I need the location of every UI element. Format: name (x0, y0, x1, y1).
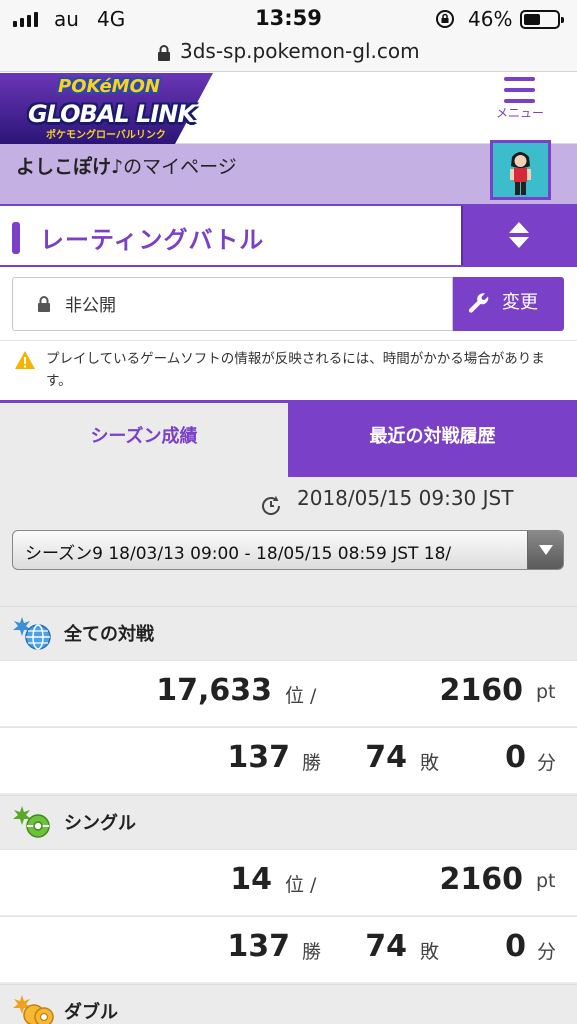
trainer-avatar-icon (493, 143, 548, 197)
losses-unit: 敗 (420, 941, 440, 963)
draws-value: 0 (505, 740, 526, 775)
record-row: 137 勝 74 敗 0 分 (0, 727, 577, 793)
title-accent (12, 222, 20, 254)
mypage-bar: よしこぽけ♪のマイページ (0, 140, 577, 204)
warning-icon (15, 351, 35, 369)
rank-unit: 位 / (285, 685, 317, 707)
logo-sub-text: ポケモングローバルリンク (46, 130, 166, 141)
battery-icon (520, 10, 564, 29)
battery-percent: 46% (468, 7, 513, 31)
section-label: シングル (64, 813, 136, 834)
tab-bar: シーズン成績 最近の対戦履歴 (0, 400, 577, 477)
last-updated: 2018/05/15 09:30 JST (297, 486, 514, 510)
points-value: 2160 (439, 862, 524, 897)
change-button[interactable]: 変更 (453, 277, 564, 331)
lock-icon (38, 296, 50, 312)
rotation-lock-icon (436, 10, 454, 28)
change-label: 変更 (502, 292, 538, 313)
section-label: 全ての対戦 (64, 624, 154, 645)
notice-banner: プレイしているゲームソフトの情報が反映されるには、時間がかかる場合があります。 (0, 340, 577, 400)
section-all-battles: 全ての対戦 (0, 606, 577, 658)
rank-value: 17,633 (156, 673, 272, 708)
draws-value: 0 (505, 929, 526, 964)
double-battle-icon (13, 995, 54, 1024)
privacy-field[interactable]: 非公開 (12, 277, 453, 331)
player-name: よしこぽけ♪ (16, 156, 124, 178)
rank-row: 17,633 位 / 2160 pt (0, 660, 577, 726)
points-unit: pt (536, 681, 556, 703)
single-battle-icon (13, 806, 50, 838)
menu-button[interactable]: メニュー (488, 73, 577, 144)
rank-unit: 位 / (285, 874, 317, 896)
rating-battle-bar: レーティングバトル (0, 204, 577, 267)
losses-unit: 敗 (420, 752, 440, 774)
mypage-suffix: のマイページ (123, 156, 237, 178)
privacy-status: 非公開 (65, 296, 116, 316)
mypage-title: よしこぽけ♪のマイページ (16, 152, 237, 179)
wins-unit: 勝 (302, 752, 322, 774)
wins-value: 137 (227, 740, 290, 775)
season-select[interactable]: シーズン9 18/03/13 09:00 - 18/05/15 08:59 JS… (12, 530, 564, 570)
sort-up-icon (509, 222, 529, 233)
section-single: シングル (0, 795, 577, 847)
chevron-down-icon (527, 531, 563, 569)
wins-value: 137 (227, 929, 290, 964)
tab-recent-battles[interactable]: 最近の対戦履歴 (288, 403, 577, 477)
draws-unit: 分 (537, 941, 557, 963)
rank-row: 14 位 / 2160 pt (0, 849, 577, 915)
status-bar: au 4G 13:59 46% (0, 0, 577, 38)
draws-unit: 分 (537, 752, 557, 774)
lock-icon (158, 45, 170, 61)
address-bar[interactable]: 3ds-sp.pokemon-gl.com (0, 38, 577, 72)
menu-label: メニュー (495, 106, 544, 120)
globe-icon (13, 617, 51, 650)
site-header: POKéMON GLOBAL LINK ポケモングローバルリンク メニュー (0, 73, 577, 144)
sort-down-icon (509, 237, 529, 248)
logo-main-text: GLOBAL LINK (28, 100, 196, 128)
losses-value: 74 (365, 929, 407, 964)
losses-value: 74 (365, 740, 407, 775)
season-select-value: シーズン9 18/03/13 09:00 - 18/05/15 08:59 JS… (25, 544, 452, 564)
points-unit: pt (536, 870, 556, 892)
notice-text: プレイしているゲームソフトの情報が反映されるには、時間がかかる場合があります。 (46, 351, 545, 389)
rating-battle-title: レーティングバトル (40, 226, 265, 254)
tab-season-results[interactable]: シーズン成績 (0, 403, 288, 477)
wrench-icon (468, 293, 489, 313)
wins-unit: 勝 (302, 941, 322, 963)
section-double: ダブル (0, 984, 577, 1024)
logo-pokemon-text: POKéMON (58, 76, 160, 97)
rank-value: 14 (230, 862, 272, 897)
avatar[interactable] (490, 140, 551, 200)
section-label: ダブル (64, 1002, 118, 1023)
url-text: 3ds-sp.pokemon-gl.com (180, 39, 420, 63)
points-value: 2160 (439, 673, 524, 708)
sort-toggle-button[interactable] (461, 206, 577, 265)
record-row: 137 勝 74 敗 0 分 (0, 916, 577, 982)
update-clock-icon (262, 496, 281, 515)
